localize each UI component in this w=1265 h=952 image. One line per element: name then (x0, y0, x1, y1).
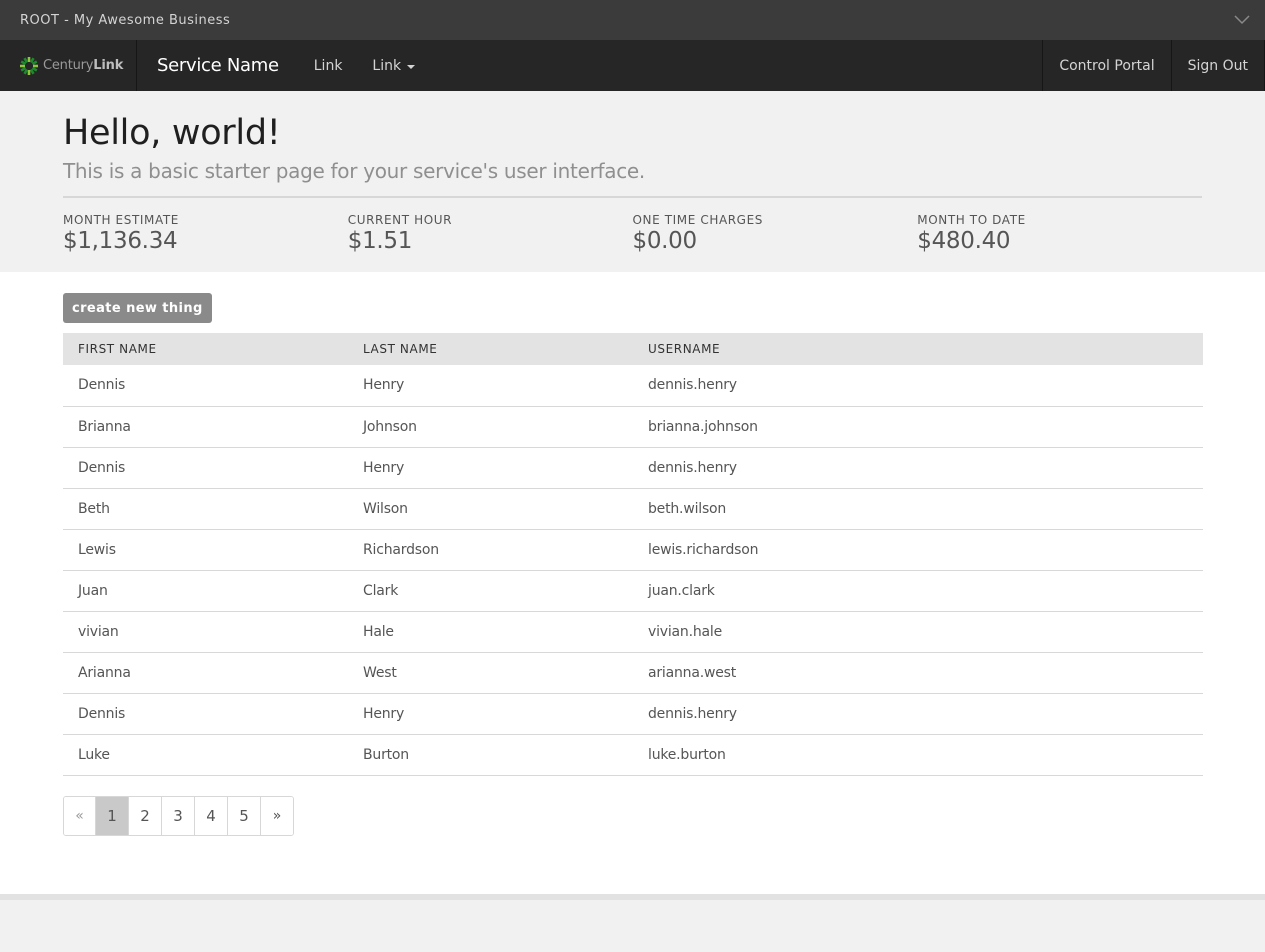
cell-first-name: Dennis (63, 693, 348, 735)
table-row[interactable]: Juan Clark juan.clark (63, 570, 1203, 612)
centurylink-logo-icon (20, 56, 38, 75)
brand-logo[interactable]: CenturyLink (0, 40, 137, 91)
stat-label: ONE TIME CHARGES (632, 213, 763, 227)
stat-value: $0.00 (632, 228, 698, 254)
stat-value: $1,136.34 (63, 228, 178, 254)
stat-label: MONTH ESTIMATE (63, 213, 179, 227)
main-content: create new thing FIRST NAME LAST NAME US… (0, 272, 1265, 900)
pagination: « 1 2 3 4 5 » (63, 795, 294, 836)
caret-down-icon (407, 64, 416, 69)
stat-one-time-charges: ONE TIME CHARGES $0.00 (633, 213, 918, 255)
cell-username: arianna.west (633, 652, 1203, 694)
cell-username: dennis.henry (633, 447, 1203, 489)
nav-link-label: Link (372, 57, 402, 74)
table-row[interactable]: Beth Wilson beth.wilson (63, 488, 1203, 530)
stat-value: $1.51 (347, 228, 413, 254)
cell-last-name: Henry (348, 365, 633, 407)
stat-label: MONTH TO DATE (917, 213, 1026, 227)
cell-last-name: West (348, 652, 633, 694)
page-title: Hello, world! (63, 113, 281, 153)
table-row[interactable]: Luke Burton luke.burton (63, 734, 1203, 776)
cell-last-name: Wilson (348, 488, 633, 530)
cell-last-name: Henry (348, 693, 633, 735)
cell-last-name: Hale (348, 611, 633, 653)
logo-text-regular: Century (43, 58, 94, 73)
stat-current-hour: CURRENT HOUR $1.51 (348, 213, 633, 255)
cell-first-name: Dennis (63, 365, 348, 407)
pagination-page-3[interactable]: 3 (162, 796, 195, 835)
stat-month-to-date: MONTH TO DATE $480.40 (917, 213, 1202, 255)
cell-last-name: Henry (348, 447, 633, 489)
stat-month-estimate: MONTH ESTIMATE $1,136.34 (63, 213, 348, 255)
cell-username: lewis.richardson (633, 529, 1203, 571)
logo-ray (33, 64, 38, 67)
logo-text: CenturyLink (43, 58, 123, 73)
table-row[interactable]: Dennis Henry dennis.henry (63, 693, 1203, 735)
jumbotron: Hello, world! This is a basic starter pa… (0, 91, 1265, 272)
cell-first-name: Beth (63, 488, 348, 530)
create-new-thing-button[interactable]: create new thing (63, 293, 212, 323)
column-header-username[interactable]: USERNAME (633, 333, 1203, 365)
cell-username: beth.wilson (633, 488, 1203, 530)
cell-first-name: Dennis (63, 447, 348, 489)
nav-link-label: Link (313, 57, 343, 74)
page-lead: This is a basic starter page for your se… (63, 159, 645, 183)
divider (63, 196, 1202, 198)
logo-text-bold: Link (93, 58, 124, 73)
cell-first-name: vivian (63, 611, 348, 653)
nav-link[interactable]: Link (299, 40, 358, 91)
logo-ray (27, 56, 31, 62)
pagination-page-1[interactable]: 1 (96, 796, 129, 835)
logo-ray (27, 69, 31, 75)
cell-first-name: Lewis (63, 529, 348, 571)
control-portal-link[interactable]: Control Portal (1043, 40, 1172, 91)
stat-value: $480.40 (917, 228, 1011, 254)
users-table: FIRST NAME LAST NAME USERNAME Dennis Henr… (63, 333, 1203, 776)
pagination-prev[interactable]: « (64, 796, 96, 835)
cell-username: dennis.henry (633, 693, 1203, 735)
billing-stats: MONTH ESTIMATE $1,136.34 CURRENT HOUR $1… (63, 213, 1202, 255)
table-row[interactable]: Lewis Richardson lewis.richardson (63, 529, 1203, 571)
cell-username: dennis.henry (633, 365, 1203, 407)
chevron-down-icon[interactable] (1233, 11, 1251, 29)
pagination-page-4[interactable]: 4 (195, 796, 228, 835)
account-bar: ROOT - My Awesome Business (0, 0, 1265, 40)
service-name-link[interactable]: Service Name (137, 40, 299, 91)
cell-first-name: Arianna (63, 652, 348, 694)
column-header-first-name[interactable]: FIRST NAME (63, 333, 348, 365)
stat-label: CURRENT HOUR (347, 213, 453, 227)
cell-last-name: Richardson (348, 529, 633, 571)
account-name: ROOT - My Awesome Business (20, 12, 231, 28)
pagination-page-2[interactable]: 2 (129, 796, 162, 835)
table-row[interactable]: Arianna West arianna.west (63, 652, 1203, 694)
cell-last-name: Johnson (348, 406, 633, 448)
main-navbar: CenturyLink Service Name Link Link Contr… (0, 40, 1265, 91)
table-row[interactable]: Dennis Henry dennis.henry (63, 365, 1203, 407)
nav-right: Control Portal Sign Out (1042, 40, 1265, 91)
table-header-row: FIRST NAME LAST NAME USERNAME (63, 333, 1203, 365)
column-header-last-name[interactable]: LAST NAME (348, 333, 633, 365)
cell-first-name: Luke (63, 734, 348, 776)
cell-first-name: Brianna (63, 406, 348, 448)
table-row[interactable]: Dennis Henry dennis.henry (63, 447, 1203, 489)
table-row[interactable]: vivian Hale vivian.hale (63, 611, 1203, 653)
cell-username: juan.clark (633, 570, 1203, 612)
cell-username: vivian.hale (633, 611, 1203, 653)
logo-ray (20, 64, 25, 67)
cell-username: luke.burton (633, 734, 1203, 776)
pagination-page-5[interactable]: 5 (228, 796, 261, 835)
cell-username: brianna.johnson (633, 406, 1203, 448)
nav-link-dropdown[interactable]: Link (357, 40, 430, 91)
cell-last-name: Clark (348, 570, 633, 612)
cell-first-name: Juan (63, 570, 348, 612)
cell-last-name: Burton (348, 734, 633, 776)
pagination-next[interactable]: » (261, 796, 293, 835)
table-row[interactable]: Brianna Johnson brianna.johnson (63, 406, 1203, 448)
sign-out-link[interactable]: Sign Out (1172, 40, 1265, 91)
